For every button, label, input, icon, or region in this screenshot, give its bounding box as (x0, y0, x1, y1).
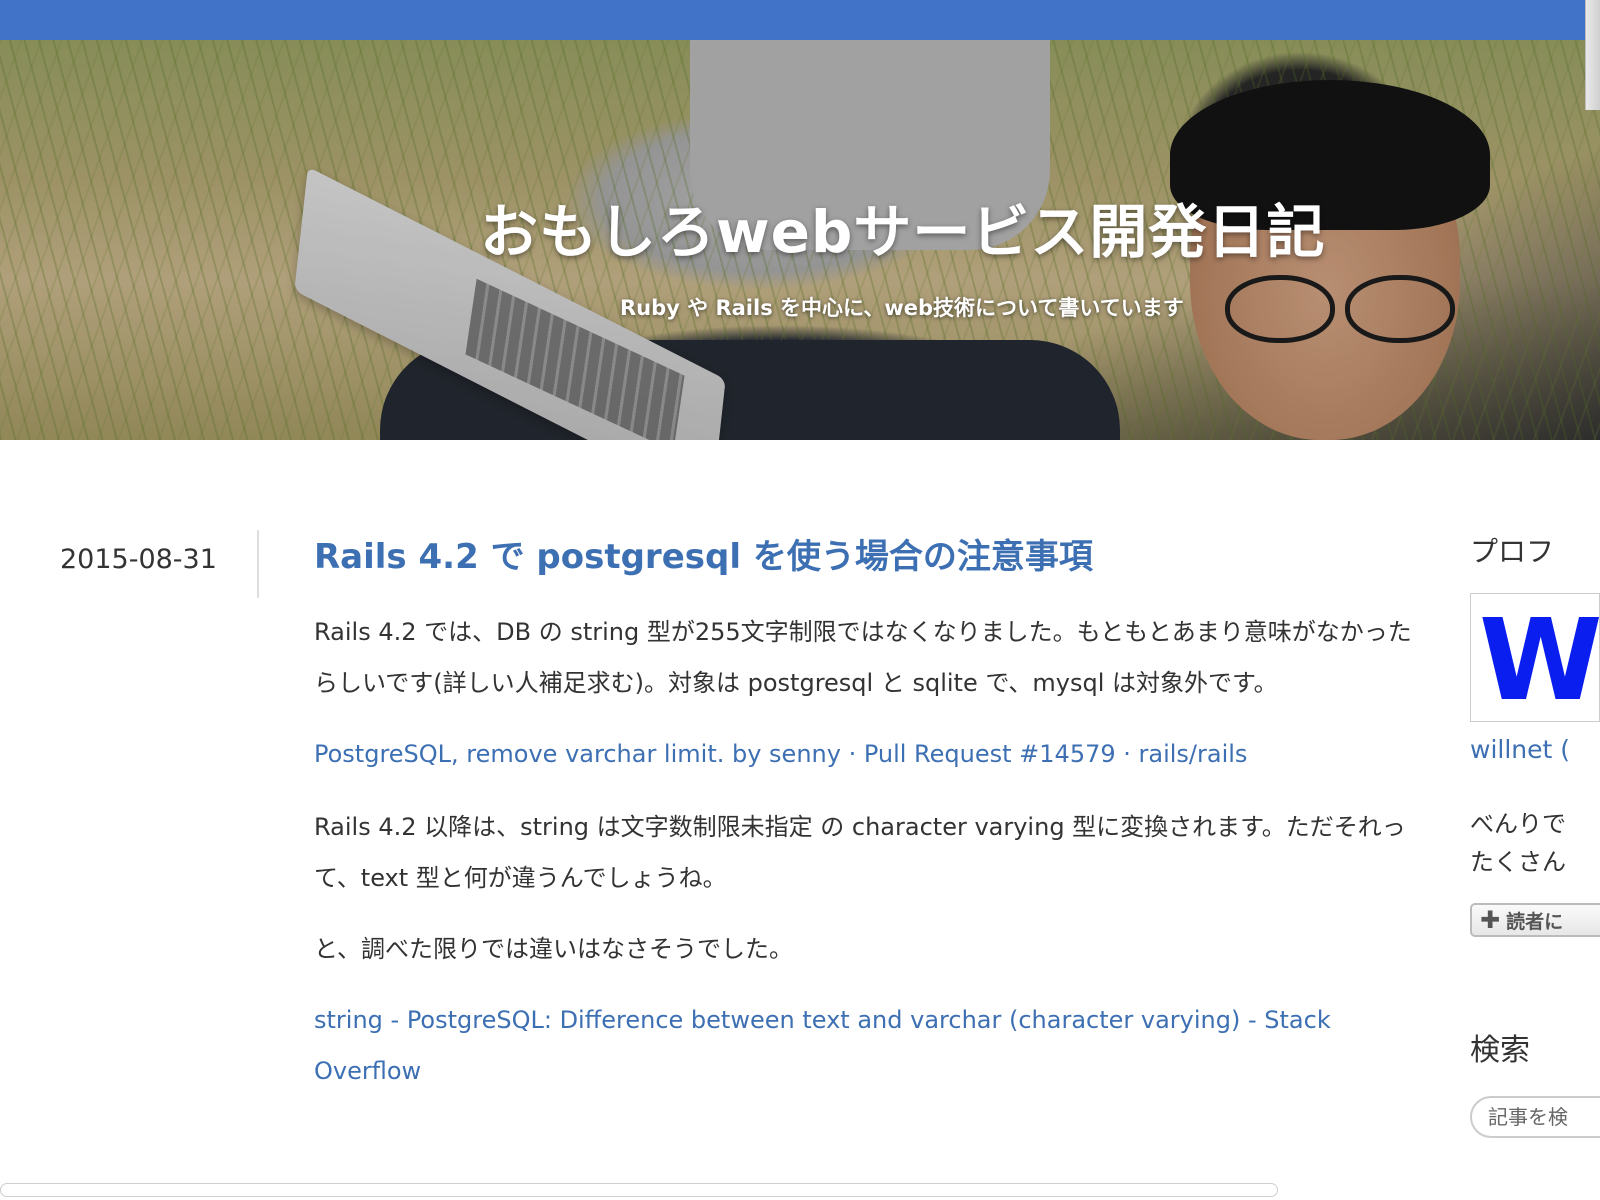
sidebar: プロフ W willnet ( べんりで たくさん ✚ 読者に 検索 (1470, 530, 1600, 1138)
window-edge (1585, 0, 1600, 110)
entry-paragraph: Rails 4.2 以降は、string は文字数制限未指定 の charact… (314, 813, 1406, 893)
entry-date[interactable]: 2015-08-31 (60, 544, 217, 575)
search-heading: 検索 (1470, 1033, 1530, 1068)
avatar[interactable]: W (1470, 593, 1600, 722)
blog-description: Ruby や Rails を中心に、web技術について書いています (620, 296, 1184, 320)
pull-request-link[interactable]: PostgreSQL, remove varchar limit. by sen… (314, 740, 1247, 768)
become-reader-button[interactable]: ✚ 読者に (1470, 903, 1600, 937)
entry-content: Rails 4.2 で postgresql を使う場合の注意事項 Rails … (314, 535, 1414, 1119)
entry-paragraph: Rails 4.2 では、DB の string 型が255文字制限ではなくなり… (314, 618, 1412, 698)
profile-heading: プロフ (1470, 535, 1555, 568)
blog-page: おもしろwebサービス開発日記 Ruby や Rails を中心に、web技術に… (0, 0, 1600, 1200)
horizontal-scrollbar[interactable] (0, 1183, 1278, 1197)
reader-button-label: 読者に (1506, 910, 1564, 933)
divider (257, 530, 259, 598)
plus-icon: ✚ (1480, 906, 1501, 934)
avatar-logo: W (1479, 596, 1599, 722)
top-bar (0, 0, 1600, 40)
stackoverflow-link[interactable]: string - PostgreSQL: Difference between … (314, 1006, 1331, 1085)
profile-name-link[interactable]: willnet ( (1470, 735, 1570, 764)
blog-title[interactable]: おもしろwebサービス開発日記 (480, 185, 1325, 269)
entry-paragraph: と、調べた限りでは違いはなさそうでした。 (314, 935, 794, 964)
entry-title[interactable]: Rails 4.2 で postgresql を使う場合の注意事項 (314, 535, 1414, 579)
search-input[interactable] (1470, 1096, 1600, 1138)
header-image: おもしろwebサービス開発日記 Ruby や Rails を中心に、web技術に… (0, 40, 1600, 440)
profile-bio: べんりで たくさん (1470, 810, 1566, 876)
